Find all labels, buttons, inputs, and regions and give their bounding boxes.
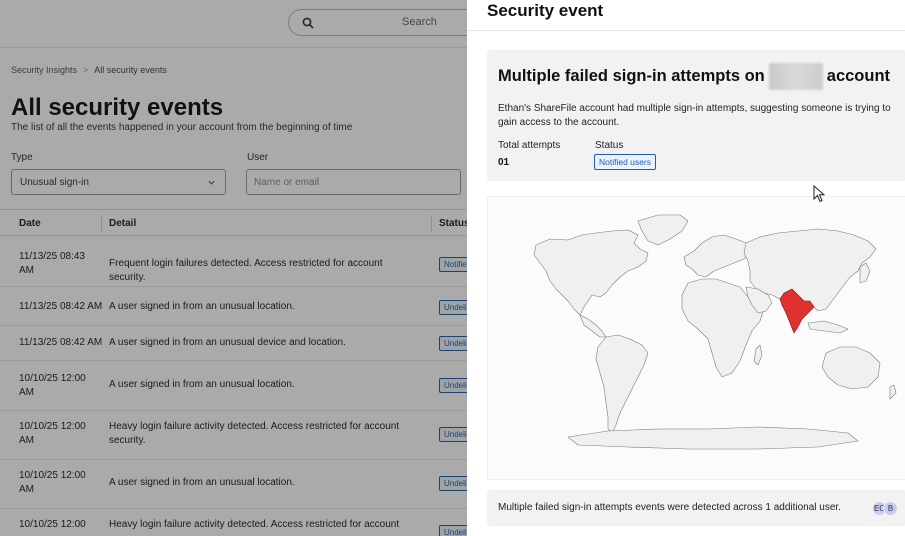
japan-shape [859, 262, 871, 284]
status-badge: Notified users [594, 154, 656, 170]
central-america-shape [579, 314, 607, 338]
panel-title: Security event [487, 1, 604, 20]
status-label: Status [595, 140, 624, 151]
mouse-cursor-icon [813, 185, 825, 203]
greenland-shape [637, 214, 689, 246]
madagascar-shape [753, 344, 763, 366]
australia-shape [821, 346, 881, 390]
event-summary-card: Multiple failed sign-in attempts on acco… [487, 50, 905, 181]
indonesia-shape [807, 320, 849, 334]
event-heading-suffix: account [826, 67, 891, 85]
security-event-panel: Security event Multiple failed sign-in a… [467, 0, 905, 536]
panel-divider [467, 30, 905, 31]
additional-users-card: Multiple failed sign-in attempts events … [487, 490, 905, 526]
event-description: Ethan's ShareFile account had multiple s… [498, 103, 891, 128]
event-heading-prefix: Multiple failed sign-in attempts on [498, 67, 765, 85]
world-map [487, 196, 905, 480]
world-map-graphic [533, 214, 897, 450]
event-heading: Multiple failed sign-in attempts on acco… [498, 63, 890, 90]
europe-shape [683, 234, 751, 278]
north-america-shape [533, 229, 649, 316]
additional-users-text: Multiple failed sign-in attempts events … [498, 502, 841, 513]
redacted-account-name [768, 63, 823, 90]
total-attempts-value: 01 [498, 157, 510, 168]
south-america-shape [595, 334, 649, 434]
user-avatars[interactable]: EC B [872, 501, 902, 516]
total-attempts-label: Total attempts [498, 140, 561, 151]
avatar[interactable]: B [883, 501, 898, 516]
new-zealand-shape [889, 384, 897, 400]
